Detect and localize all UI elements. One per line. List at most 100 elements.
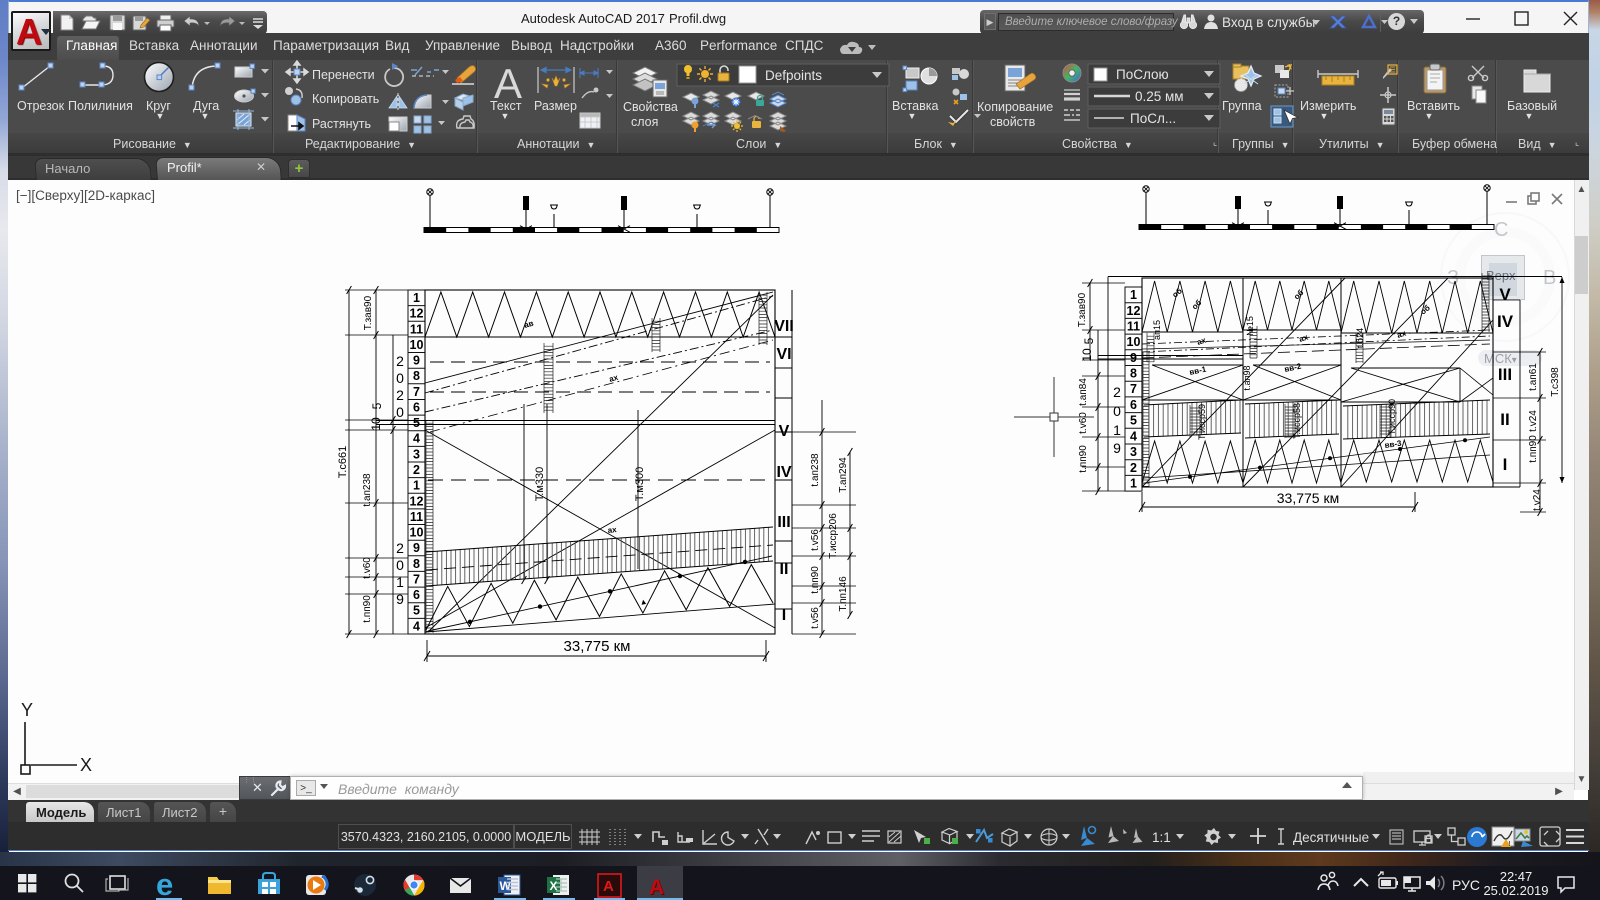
svg-text:10: 10 [410,526,424,540]
svg-text:Т.с398: Т.с398 [1550,367,1561,397]
svg-text:вв-1: вв-1 [1189,365,1208,377]
svg-text:Т.зав90: Т.зав90 [363,295,374,330]
svg-text:Т.м330: Т.м330 [534,467,546,501]
svg-text:Т.исср58: Т.исср58 [1292,403,1302,439]
svg-text:1: 1 [1130,288,1137,302]
svg-text:1: 1 [396,574,404,590]
svg-text:!: ! [1508,841,1510,848]
svg-text:ах: ах [1196,335,1208,346]
svg-text:Т.м300: Т.м300 [634,467,646,501]
svg-text:7: 7 [413,385,420,399]
svg-text:№15: №15 [1245,316,1255,336]
svg-text:9: 9 [396,591,404,607]
svg-text:V: V [1499,285,1511,304]
svg-text:11: 11 [410,510,423,524]
svg-text:0: 0 [396,370,404,386]
svg-text:X: X [80,755,92,775]
svg-text:Т.пп146: Т.пп146 [838,576,849,612]
svg-text:ах: ах [608,373,620,384]
svg-text:об: об [1292,288,1305,301]
svg-text:12: 12 [410,307,424,321]
svg-text:Defpoints: Defpoints [765,68,822,83]
svg-text:2: 2 [1113,384,1121,400]
svg-text:10: 10 [410,338,424,352]
svg-text:2: 2 [1130,461,1137,475]
svg-text:22:47: 22:47 [1500,869,1533,884]
svg-text:11: 11 [410,322,423,336]
svg-text:1: 1 [413,291,420,305]
svg-text:Т.ап294: Т.ап294 [838,457,849,493]
svg-text:II: II [1500,410,1509,429]
svg-text:t.v24: t.v24 [1532,489,1543,511]
svg-text:6: 6 [413,588,420,602]
svg-text:ПоСлою: ПоСлою [1116,67,1169,82]
svg-text:10: 10 [1127,335,1141,349]
svg-text:e: e [156,867,173,900]
svg-text:1:1: 1:1 [1152,830,1171,845]
svg-text:3: 3 [1130,445,1137,459]
svg-text:5: 5 [413,604,420,618]
svg-text:t.б24: t.б24 [1355,328,1365,348]
svg-text:9: 9 [1130,351,1137,365]
svg-text:10: 10 [369,417,383,431]
svg-text:t.пп90: t.пп90 [1078,445,1089,473]
svg-text:t.пп90: t.пп90 [362,595,373,623]
svg-text:A: A [494,60,522,107]
svg-text:III: III [1498,365,1512,384]
svg-text:11: 11 [1127,319,1140,333]
svg-text:A: A [603,878,614,895]
svg-text:0: 0 [1113,403,1121,419]
svg-text:7: 7 [1130,382,1137,396]
svg-text:9: 9 [413,354,420,368]
svg-text:I: I [782,607,786,624]
svg-text:Y: Y [21,700,33,720]
svg-text:1: 1 [1130,476,1137,490]
svg-text:5: 5 [1082,337,1096,344]
svg-text:2: 2 [413,463,420,477]
svg-text:2: 2 [396,387,404,403]
svg-text:5: 5 [370,402,384,409]
svg-text:Вход в службы: Вход в службы [1222,15,1315,30]
svg-text:4: 4 [413,619,420,633]
svg-text:12: 12 [410,494,424,508]
svg-text:6: 6 [1130,398,1137,412]
svg-text:t.пп90: t.пп90 [1528,435,1539,463]
svg-text:8: 8 [1130,367,1137,381]
svg-text:2: 2 [396,353,404,369]
svg-text:VI: VI [776,346,791,363]
svg-text:8: 8 [413,557,420,571]
svg-text:t.v24: t.v24 [1528,410,1539,432]
svg-text:9: 9 [413,541,420,555]
svg-text:12: 12 [1127,304,1141,318]
svg-text:1: 1 [1113,422,1121,438]
svg-text:об: об [1190,298,1203,311]
svg-text:5: 5 [1130,414,1137,428]
svg-text:вв-2: вв-2 [1284,362,1303,374]
svg-text:Т.исср206: Т.исср206 [828,513,839,559]
svg-text:IV: IV [1497,312,1514,331]
svg-text:t.ап238: t.ап238 [810,453,821,487]
svg-text:0.25 мм: 0.25 мм [1135,89,1184,104]
svg-text:25.02.2019: 25.02.2019 [1483,883,1548,898]
svg-text:t.v60: t.v60 [1078,412,1089,434]
svg-text:4: 4 [1130,429,1137,443]
svg-text:Т.с661: Т.с661 [337,446,349,478]
svg-text:6: 6 [413,401,420,415]
svg-text:1: 1 [413,479,420,493]
svg-text:33,775 км: 33,775 км [564,638,631,655]
svg-text:8: 8 [413,369,420,383]
svg-text:0: 0 [396,404,404,420]
svg-text:▲: ▲ [639,597,648,607]
svg-text:Т.зав90: Т.зав90 [1077,292,1088,327]
svg-text:IV: IV [776,464,791,481]
svg-text:VII: VII [774,318,794,335]
svg-text:10: 10 [1080,348,1094,362]
svg-text:4: 4 [413,432,420,446]
svg-text:РУС: РУС [1452,877,1480,893]
svg-text:9: 9 [1113,440,1121,456]
svg-text:II: II [780,561,789,578]
svg-text:2: 2 [396,540,404,556]
svg-text:A: A [649,876,664,899]
svg-text:об: об [1419,303,1432,316]
svg-text:3: 3 [413,447,420,461]
